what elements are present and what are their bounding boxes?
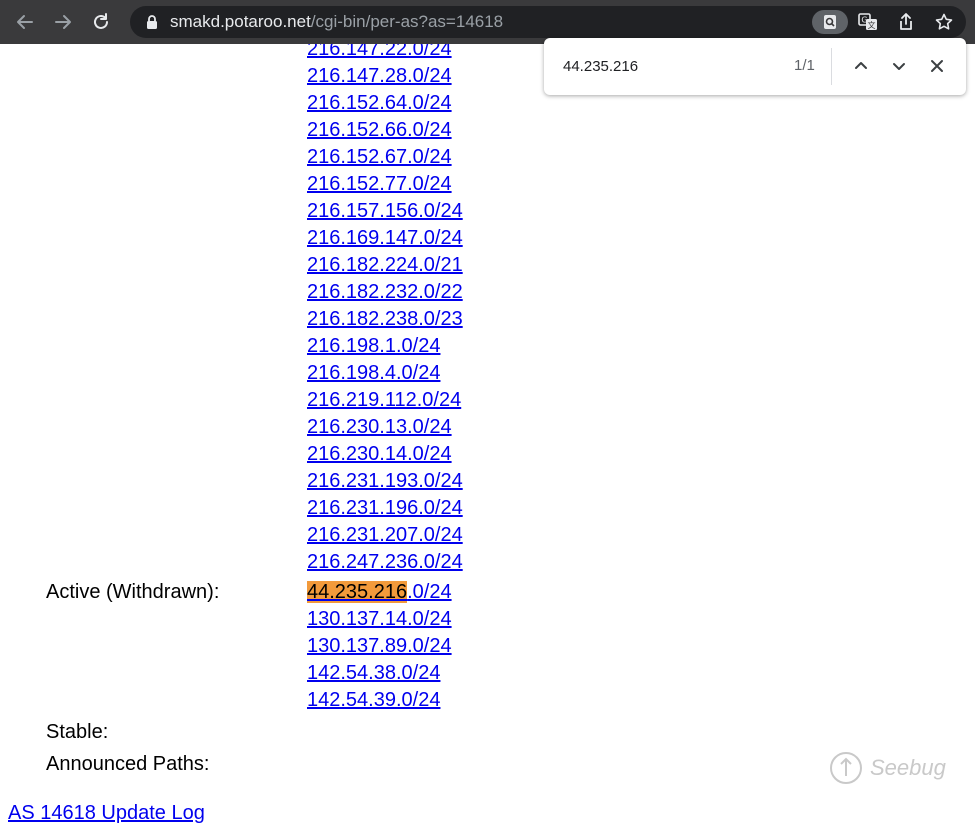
chevron-up-icon [855, 62, 867, 69]
prefix-link[interactable]: 142.54.38.0/24 [307, 662, 440, 684]
prefix-link[interactable]: 216.198.1.0/24 [307, 335, 440, 357]
prefix-link[interactable]: 216.231.193.0/24 [307, 470, 463, 492]
prefix-link[interactable]: 216.198.4.0/24 [307, 362, 440, 384]
prefix-link[interactable]: 130.137.89.0/24 [307, 635, 452, 657]
announced-prefix-list: 216.147.22.0/24 216.147.28.0/24 216.152.64… [307, 44, 463, 576]
list-item: 216.198.1.0/24 [307, 333, 463, 360]
find-close-button[interactable] [925, 54, 949, 78]
prefix-link[interactable]: 130.137.14.0/24 [307, 608, 452, 630]
find-input[interactable] [563, 55, 763, 77]
list-item: 216.152.77.0/24 [307, 171, 463, 198]
prefix-link[interactable]: 216.152.64.0/24 [307, 92, 452, 114]
find-in-page-icon[interactable] [812, 10, 848, 34]
find-result-count: 1/1 [794, 57, 815, 74]
prefix-link-highlighted[interactable]: 44.235.216.0/24 [307, 581, 452, 603]
list-item: 216.182.232.0/22 [307, 279, 463, 306]
prefix-link[interactable]: 216.152.67.0/24 [307, 146, 452, 168]
prefix-link[interactable]: 216.147.28.0/24 [307, 65, 452, 87]
find-match-highlight: 44.235.216 [307, 581, 408, 603]
prefix-link[interactable]: 216.247.236.0/24 [307, 551, 463, 573]
list-item: 216.152.67.0/24 [307, 144, 463, 171]
list-item: 130.137.89.0/24 [307, 633, 452, 660]
list-item: 130.137.14.0/24 [307, 606, 452, 633]
close-icon [931, 60, 943, 72]
list-item: 216.231.193.0/24 [307, 468, 463, 495]
address-bar[interactable]: smakd.potaroo.net/cgi-bin/per-as?as=1461… [130, 6, 966, 38]
prefix-link[interactable]: 142.54.39.0/24 [307, 689, 440, 711]
prefix-link[interactable]: 216.230.13.0/24 [307, 416, 452, 438]
list-item: 216.182.224.0/21 [307, 252, 463, 279]
list-item: 216.198.4.0/24 [307, 360, 463, 387]
prefix-link[interactable]: 216.152.77.0/24 [307, 173, 452, 195]
list-item: 216.169.147.0/24 [307, 225, 463, 252]
find-next-button[interactable] [887, 54, 911, 78]
list-item: 216.147.28.0/24 [307, 63, 463, 90]
page-content: 216.147.22.0/24 216.147.28.0/24 216.152.64… [0, 44, 975, 838]
svg-text:文: 文 [868, 20, 876, 30]
bookmark-star-icon[interactable] [932, 10, 956, 34]
active-withdrawn-label: Active (Withdrawn): [46, 581, 220, 603]
prefix-link[interactable]: 216.231.196.0/24 [307, 497, 463, 519]
list-item: 142.54.39.0/24 [307, 687, 452, 714]
list-item: 216.219.112.0/24 [307, 387, 463, 414]
prefix-link[interactable]: 216.182.238.0/23 [307, 308, 463, 330]
watermark-text: Seebug [870, 755, 946, 780]
list-item: 216.230.14.0/24 [307, 441, 463, 468]
reload-icon[interactable] [90, 11, 112, 33]
find-divider [831, 48, 832, 85]
prefix-link[interactable]: 216.157.156.0/24 [307, 200, 463, 222]
url-text[interactable]: smakd.potaroo.net/cgi-bin/per-as?as=1461… [170, 6, 503, 38]
prefix-link[interactable]: 216.231.207.0/24 [307, 524, 463, 546]
prefix-link[interactable]: 216.152.66.0/24 [307, 119, 452, 141]
prefix-link[interactable]: 216.230.14.0/24 [307, 443, 452, 465]
prefix-link[interactable]: 216.219.112.0/24 [307, 389, 461, 411]
withdrawn-prefix-list-more: 130.137.14.0/24 130.137.89.0/24 142.54.38.… [307, 606, 452, 714]
seebug-logo-icon [830, 752, 862, 784]
translate-icon[interactable]: 文G [856, 10, 880, 34]
announced-paths-label: Announced Paths: [46, 753, 210, 775]
list-item: 216.231.207.0/24 [307, 522, 463, 549]
find-previous-button[interactable] [849, 54, 873, 78]
find-bar: 1/1 [544, 38, 966, 95]
prefix-link[interactable]: 216.169.147.0/24 [307, 227, 463, 249]
back-arrow-icon[interactable] [14, 11, 36, 33]
list-item: 44.235.216.0/24 [307, 579, 452, 606]
list-item: 216.152.66.0/24 [307, 117, 463, 144]
chevron-down-icon [893, 63, 905, 70]
list-item: 216.231.196.0/24 [307, 495, 463, 522]
list-item: 142.54.38.0/24 [307, 660, 452, 687]
list-item: 216.147.22.0/24 [307, 44, 463, 63]
list-item: 216.230.13.0/24 [307, 414, 463, 441]
list-item: 216.182.238.0/23 [307, 306, 463, 333]
prefix-link[interactable]: 216.182.224.0/21 [307, 254, 463, 276]
forward-arrow-icon[interactable] [52, 11, 74, 33]
prefix-link[interactable]: 216.147.22.0/24 [307, 44, 452, 60]
withdrawn-prefix-list: 44.235.216.0/24 [307, 579, 452, 606]
prefix-link[interactable]: 216.182.232.0/22 [307, 281, 463, 303]
list-item: 216.247.236.0/24 [307, 549, 463, 576]
svg-text:G: G [861, 16, 867, 25]
lock-icon[interactable] [140, 10, 164, 34]
share-icon[interactable] [894, 10, 918, 34]
stable-label: Stable: [46, 721, 109, 743]
update-log-link[interactable]: AS 14618 Update Log [8, 800, 205, 827]
list-item: 216.157.156.0/24 [307, 198, 463, 225]
watermark: Seebug [828, 746, 958, 790]
list-item: 216.152.64.0/24 [307, 90, 463, 117]
